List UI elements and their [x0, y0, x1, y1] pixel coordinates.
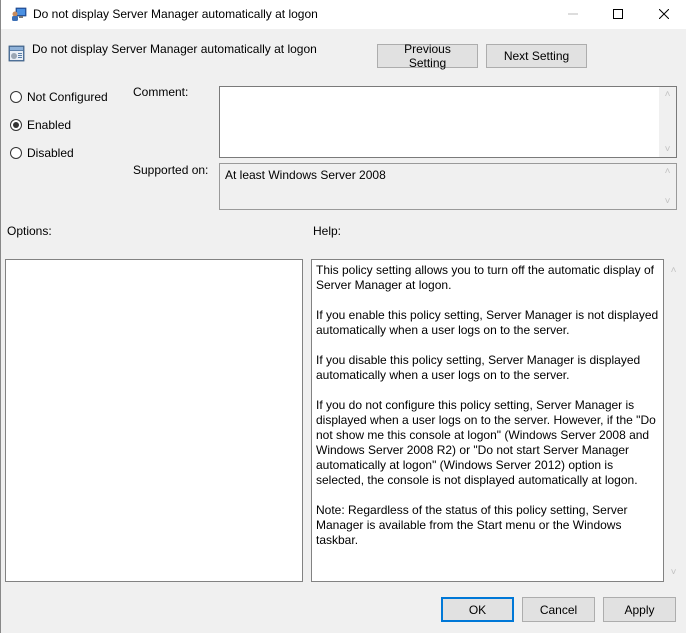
- scroll-down-icon[interactable]: ˅: [659, 144, 676, 155]
- comment-scrollbar[interactable]: ˄ ˅: [659, 87, 676, 157]
- help-label: Help:: [313, 224, 342, 238]
- scroll-down-icon[interactable]: ˅: [665, 567, 682, 578]
- help-text: This policy setting allows you to turn o…: [316, 263, 659, 563]
- title-bar: Do not display Server Manager automatica…: [0, 0, 686, 29]
- policy-setting-icon: [8, 45, 25, 62]
- radio-indicator-checked[interactable]: [10, 119, 22, 131]
- radio-indicator[interactable]: [10, 147, 22, 159]
- help-paragraph: Note: Regardless of the status of this p…: [316, 503, 628, 547]
- radio-indicator[interactable]: [10, 91, 22, 103]
- scroll-up-icon[interactable]: ˄: [665, 265, 682, 276]
- supported-on-field: At least Windows Server 2008 ˄ ˅: [219, 163, 677, 210]
- apply-button[interactable]: Apply: [603, 597, 676, 622]
- radio-enabled[interactable]: Enabled: [10, 118, 71, 132]
- comment-textarea[interactable]: ˄ ˅: [219, 86, 677, 158]
- comment-label: Comment:: [133, 85, 189, 99]
- minimize-button[interactable]: [550, 0, 596, 29]
- options-panel: [5, 259, 303, 582]
- options-label: Options:: [7, 224, 52, 238]
- radio-not-configured[interactable]: Not Configured: [10, 90, 108, 104]
- ok-button[interactable]: OK: [441, 597, 514, 622]
- radio-label: Enabled: [27, 118, 72, 132]
- help-paragraph: If you disable this policy setting, Serv…: [316, 353, 641, 382]
- scroll-up-icon[interactable]: ˄: [659, 89, 676, 100]
- window-title: Do not display Server Manager automatica…: [33, 7, 318, 21]
- supported-on-value: At least Windows Server 2008: [225, 168, 386, 182]
- server-computer-icon: [11, 6, 27, 22]
- minimize-icon: [568, 8, 578, 22]
- help-paragraph: This policy setting allows you to turn o…: [316, 263, 654, 292]
- scroll-down-icon[interactable]: ˅: [659, 196, 676, 207]
- maximize-icon: [613, 8, 623, 22]
- setting-header: Do not display Server Manager automatica…: [0, 29, 686, 73]
- radio-label: Not Configured: [27, 90, 108, 104]
- window-frame: [0, 29, 1, 633]
- radio-label: Disabled: [27, 146, 74, 160]
- maximize-button[interactable]: [595, 0, 641, 29]
- supported-scrollbar[interactable]: ˄ ˅: [659, 164, 676, 209]
- scroll-up-icon[interactable]: ˄: [659, 166, 676, 177]
- close-button[interactable]: [641, 0, 686, 29]
- help-scrollbar[interactable]: ˄ ˅: [665, 259, 682, 582]
- previous-setting-button[interactable]: Previous Setting: [377, 42, 478, 70]
- close-icon: [658, 8, 670, 22]
- radio-disabled[interactable]: Disabled: [10, 146, 74, 160]
- help-paragraph: If you do not configure this policy sett…: [316, 398, 656, 487]
- help-panel: This policy setting allows you to turn o…: [311, 259, 664, 582]
- next-setting-button[interactable]: Next Setting: [486, 44, 587, 68]
- cancel-button[interactable]: Cancel: [522, 597, 595, 622]
- setting-title: Do not display Server Manager automatica…: [32, 42, 317, 56]
- help-paragraph: If you enable this policy setting, Serve…: [316, 308, 659, 337]
- supported-on-label: Supported on:: [133, 163, 209, 177]
